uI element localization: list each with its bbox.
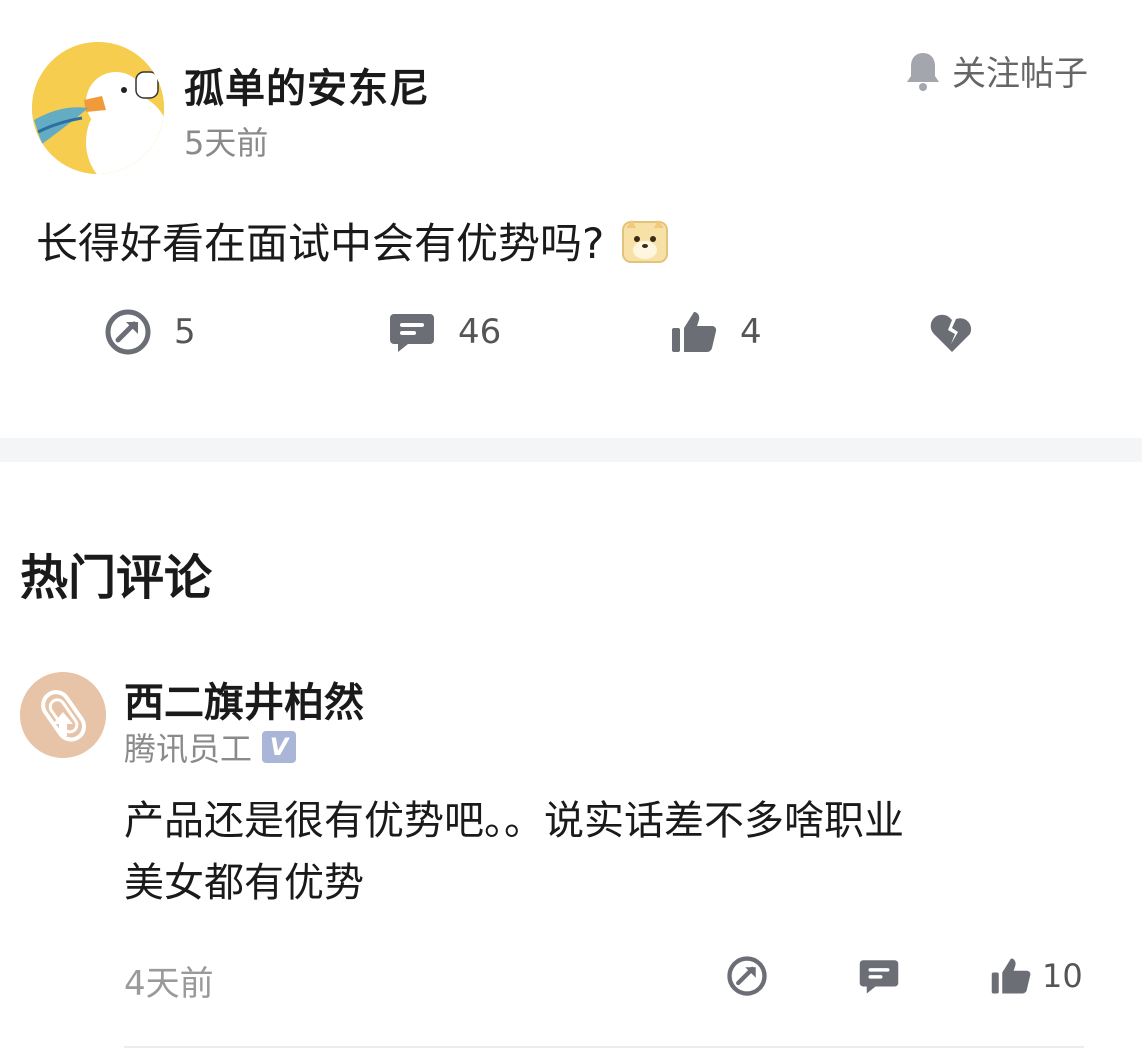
post-page: 孤单的安东尼 5天前 关注帖子 长得好看在面试中会有优势吗? 5 46 4 热门… xyxy=(0,0,1142,1052)
comment-body-line: 产品还是很有优势吧。。说实话差不多啥职业 xyxy=(124,798,904,844)
commenter-company: 腾讯员工 xyxy=(124,730,253,768)
comment-body: 产品还是很有优势吧。。说实话差不多啥职业 美女都有优势 xyxy=(124,790,1084,914)
share-count: 5 xyxy=(174,312,196,352)
hot-comments-title: 热门评论 xyxy=(20,550,213,606)
commenter-name[interactable]: 西二旗井柏然 xyxy=(124,670,364,728)
comment-share-button[interactable] xyxy=(726,955,768,997)
comment-body-line: 美女都有优势 xyxy=(124,860,364,906)
thumbs-up-icon xyxy=(672,312,717,353)
dislike-button[interactable] xyxy=(928,308,976,356)
bell-icon xyxy=(907,52,939,91)
comment-icon xyxy=(859,960,899,994)
comment-button[interactable]: 46 xyxy=(388,308,501,356)
comment-icon xyxy=(390,314,434,352)
doge-emoji-icon xyxy=(622,219,669,263)
comment-divider xyxy=(124,1046,1084,1048)
follow-post-label: 关注帖子 xyxy=(952,54,1088,94)
comment-count: 46 xyxy=(458,312,502,352)
follow-post-button[interactable]: 关注帖子 xyxy=(904,46,1088,95)
broken-heart-icon xyxy=(930,314,972,352)
section-divider xyxy=(0,438,1142,462)
commenter-avatar-image xyxy=(20,672,106,758)
share-button[interactable]: 5 xyxy=(104,308,196,356)
commenter-company-row: 腾讯员工 V xyxy=(124,724,297,770)
post-title-row: 长得好看在面试中会有优势吗? xyxy=(36,210,669,271)
author-avatar[interactable] xyxy=(32,42,164,174)
comment-like-count: 10 xyxy=(1042,957,1083,995)
author-name[interactable]: 孤单的安东尼 xyxy=(184,56,430,114)
comment-like-button[interactable]: 10 xyxy=(990,955,1083,997)
like-count: 4 xyxy=(740,312,762,352)
duck-avatar-image xyxy=(32,42,164,174)
comment-reply-button[interactable] xyxy=(858,955,900,997)
share-icon xyxy=(727,956,767,996)
post-time: 5天前 xyxy=(184,124,269,162)
thumbs-up-icon xyxy=(991,958,1031,994)
commenter-avatar[interactable] xyxy=(20,672,106,758)
like-button[interactable]: 4 xyxy=(670,308,762,356)
comment-time: 4天前 xyxy=(124,964,214,1004)
share-icon xyxy=(105,309,151,355)
post-title: 长得好看在面试中会有优势吗? xyxy=(36,219,605,268)
verified-badge: V xyxy=(262,731,297,763)
